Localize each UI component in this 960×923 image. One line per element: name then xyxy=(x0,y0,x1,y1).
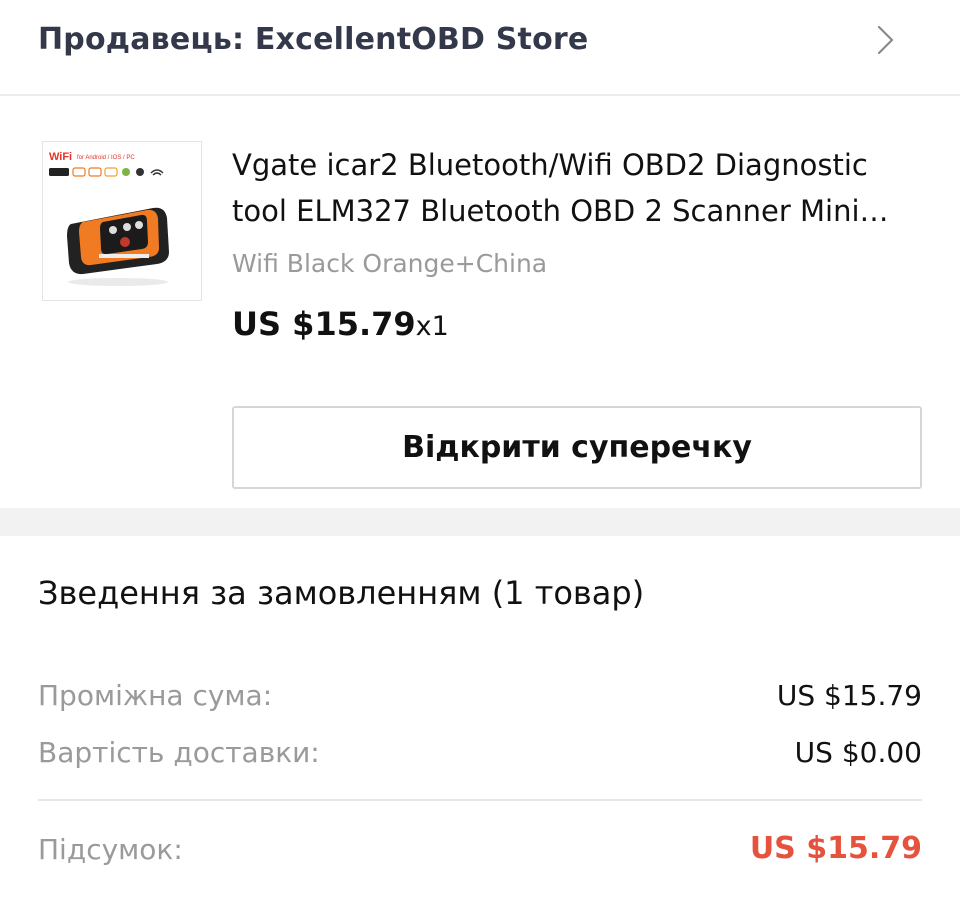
product-image[interactable]: WiFi for Android / IOS / PC xyxy=(42,141,202,301)
subtotal-value: US $15.79 xyxy=(776,679,922,712)
total-value: US $15.79 xyxy=(749,831,922,866)
order-summary-title: Зведення за замовленням (1 товар) xyxy=(38,574,645,612)
seller-row[interactable]: Продавець: ExcellentOBD Store xyxy=(0,0,960,96)
chevron-right-icon xyxy=(874,24,898,56)
section-divider xyxy=(0,508,960,536)
subtotal-label: Проміжна сума: xyxy=(38,679,273,712)
summary-divider xyxy=(38,799,922,801)
seller-name: Продавець: ExcellentOBD Store xyxy=(38,22,589,57)
product-title[interactable]: Vgate icar2 Bluetooth/Wifi OBD2 Diagnost… xyxy=(232,142,922,234)
platforms-label: for Android / IOS / PC xyxy=(77,155,135,161)
product-variant: Wifi Black Orange+China xyxy=(232,249,548,278)
order-detail-page: Продавець: ExcellentOBD Store WiFi for A… xyxy=(0,0,960,923)
product-quantity: x1 xyxy=(415,311,449,342)
shipping-label: Вартість доставки: xyxy=(38,736,320,769)
total-label: Підсумок: xyxy=(38,833,183,866)
shipping-value: US $0.00 xyxy=(794,736,922,769)
open-dispute-button[interactable]: Відкрити суперечку xyxy=(232,406,922,489)
product-price: US $15.79 xyxy=(232,305,416,343)
wifi-label: WiFi xyxy=(49,151,72,163)
price-line: US $15.79x1 xyxy=(232,302,449,349)
